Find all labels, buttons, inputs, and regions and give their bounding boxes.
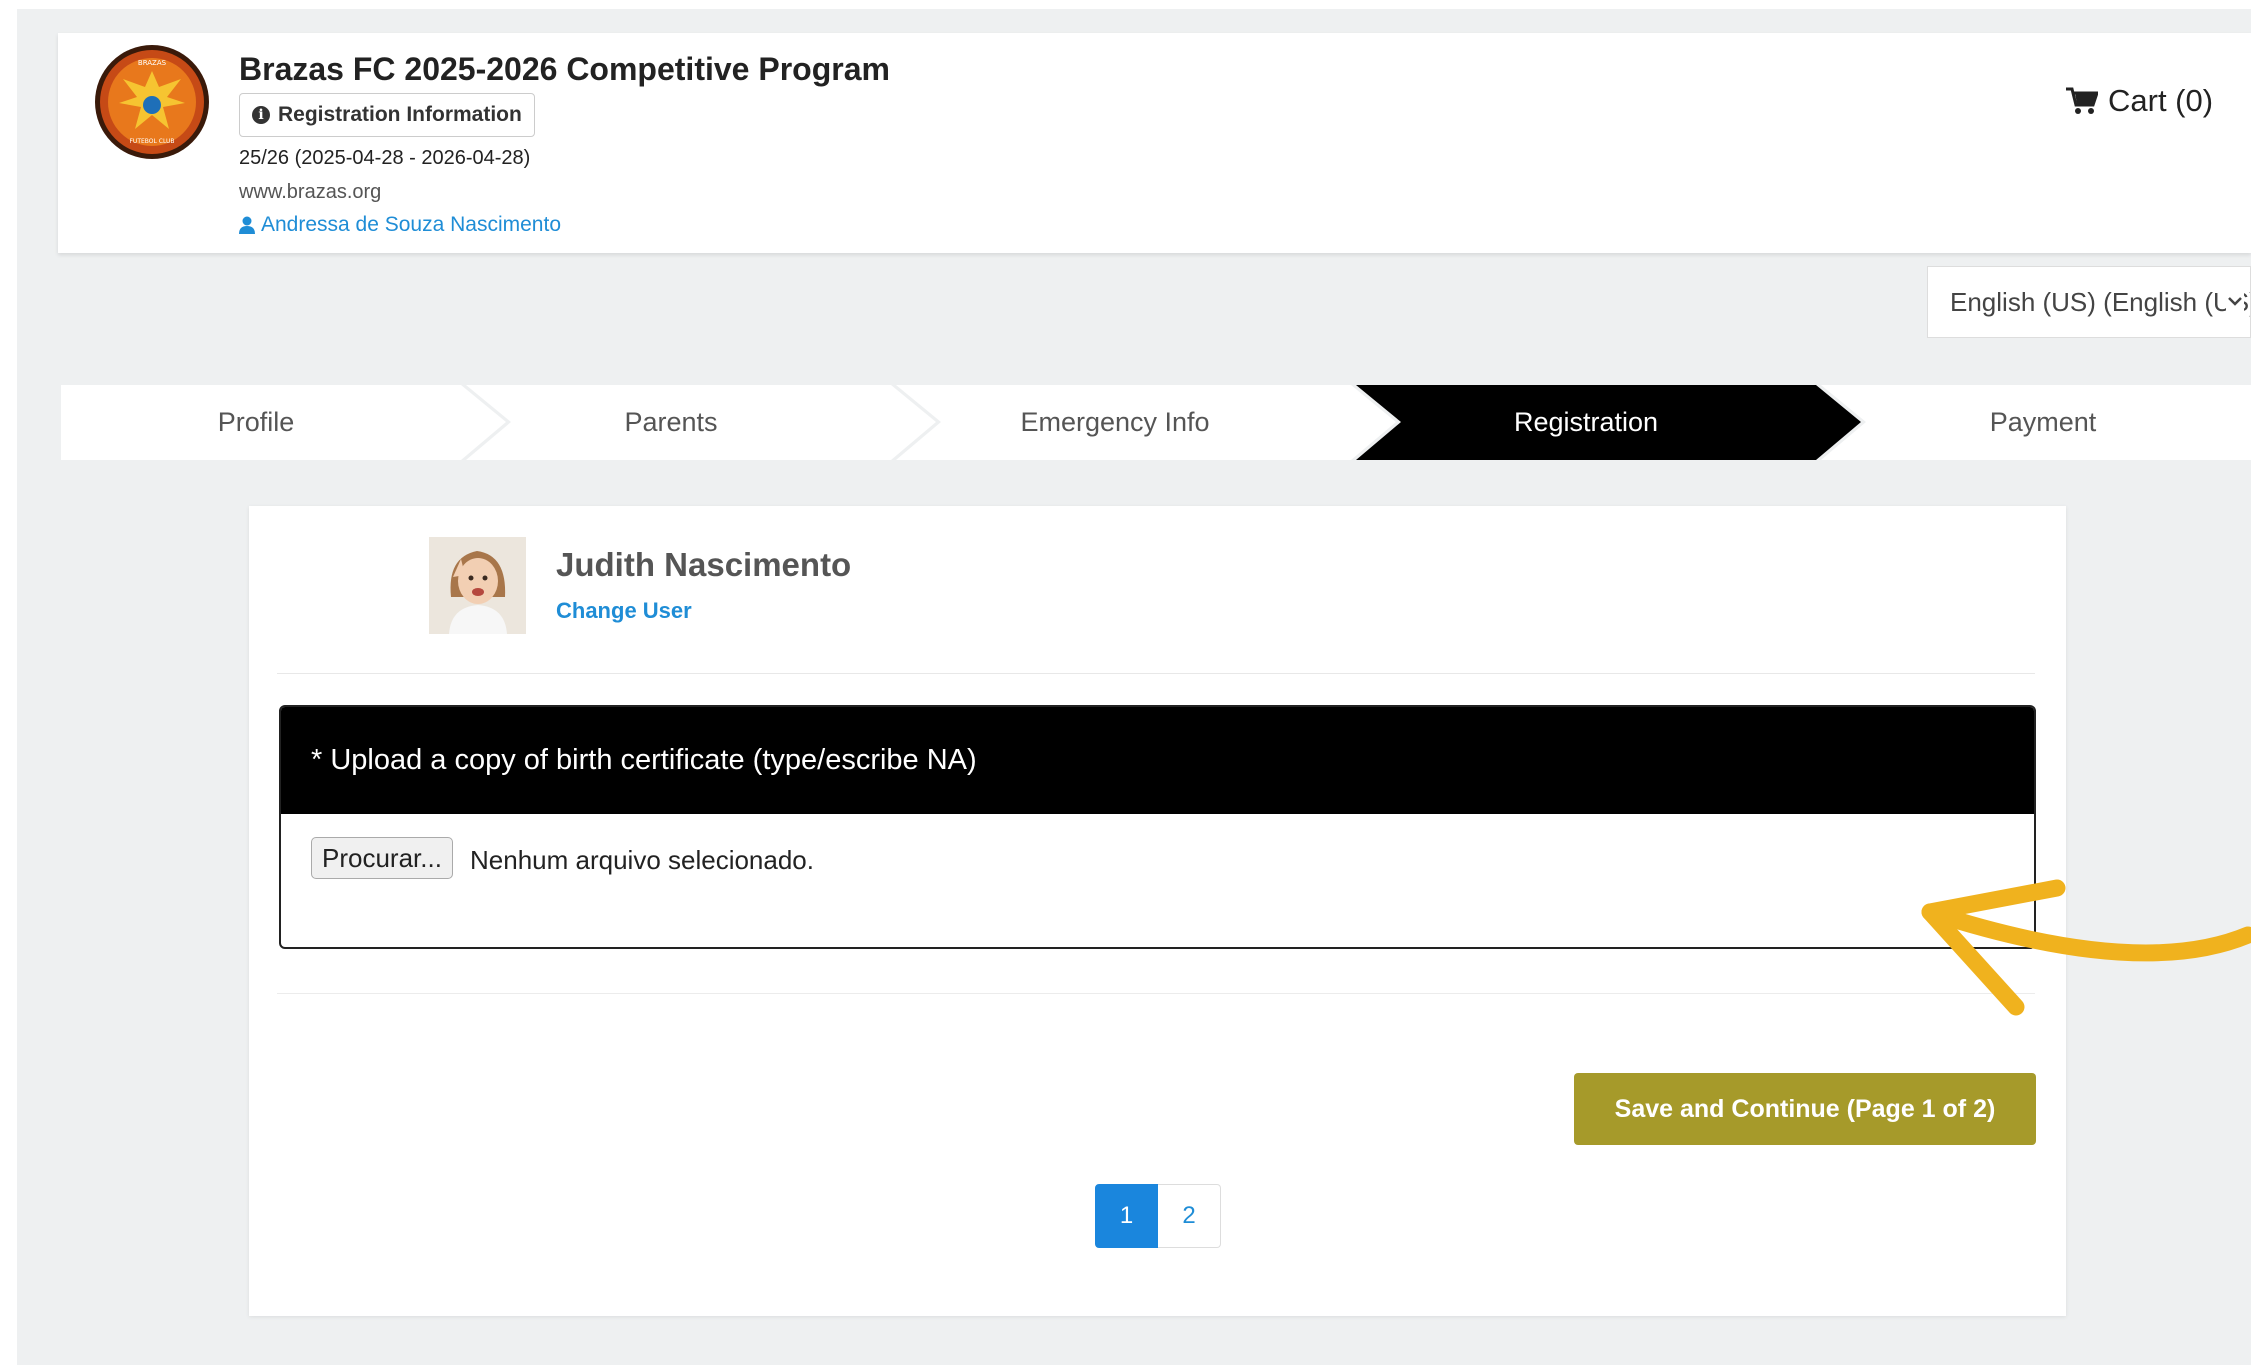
org-website: www.brazas.org [239, 181, 382, 203]
change-user-link[interactable]: Change User [556, 598, 692, 624]
file-status-text: Nenhum arquivo selecionado. [470, 845, 814, 875]
logo-text-top: BRAZAS [138, 59, 167, 67]
logo-text-bottom: FUTEBOL CLUB [129, 138, 174, 145]
org-title: Brazas FC 2025-2026 Competitive Program [239, 51, 890, 87]
registration-form-card: Judith Nascimento Change User * Upload a… [249, 506, 2066, 1316]
registration-info-button[interactable]: i Registration Information [239, 93, 535, 137]
page-link-2[interactable]: 2 [1158, 1184, 1221, 1248]
upload-field: Procurar... Nenhum arquivo selecionado. [281, 814, 2034, 947]
language-selected: English (US) (English (US)) [1950, 286, 2251, 317]
club-logo: BRAZAS FUTEBOL CLUB [95, 45, 209, 159]
season-dates: 25/26 (2025-04-28 - 2026-04-28) [239, 147, 531, 169]
step-registration[interactable]: Registration [1514, 407, 1658, 438]
upload-question-heading: * Upload a copy of birth certificate (ty… [281, 707, 2034, 814]
avatar-image [429, 537, 526, 634]
divider [277, 673, 2035, 674]
chevron-down-icon [2226, 289, 2244, 313]
member-avatar [429, 537, 526, 634]
step-emergency-info[interactable]: Emergency Info [1020, 407, 1209, 438]
cart-label: Cart (0) [2108, 83, 2214, 118]
cart-icon [2066, 87, 2098, 114]
annotation-arrow-icon [1921, 879, 2251, 1016]
pagination: 1 2 [1095, 1184, 1221, 1248]
step-payment[interactable]: Payment [1990, 407, 2097, 438]
page-link-1[interactable]: 1 [1095, 1184, 1158, 1248]
info-icon: i [252, 106, 270, 124]
user-icon [239, 216, 255, 234]
account-user-name: Andressa de Souza Nascimento [261, 213, 561, 236]
cart-link[interactable]: Cart (0) [2066, 83, 2213, 119]
registration-info-label: Registration Information [278, 103, 522, 126]
language-select[interactable]: English (US) (English (US)) [1927, 266, 2251, 338]
account-user-link[interactable]: Andressa de Souza Nascimento [239, 213, 561, 237]
divider [277, 993, 2035, 994]
browse-file-button[interactable]: Procurar... [311, 837, 453, 879]
step-parents[interactable]: Parents [624, 407, 717, 438]
step-profile[interactable]: Profile [218, 407, 295, 438]
org-header: BRAZAS FUTEBOL CLUB Brazas FC 2025-2026 … [58, 33, 2251, 253]
save-and-continue-button[interactable]: Save and Continue (Page 1 of 2) [1574, 1073, 2036, 1145]
upload-question-panel: * Upload a copy of birth certificate (ty… [279, 705, 2036, 949]
registration-stepper: Profile Parents Emergency Info Registrat… [61, 385, 2251, 460]
member-name: Judith Nascimento [556, 546, 852, 583]
